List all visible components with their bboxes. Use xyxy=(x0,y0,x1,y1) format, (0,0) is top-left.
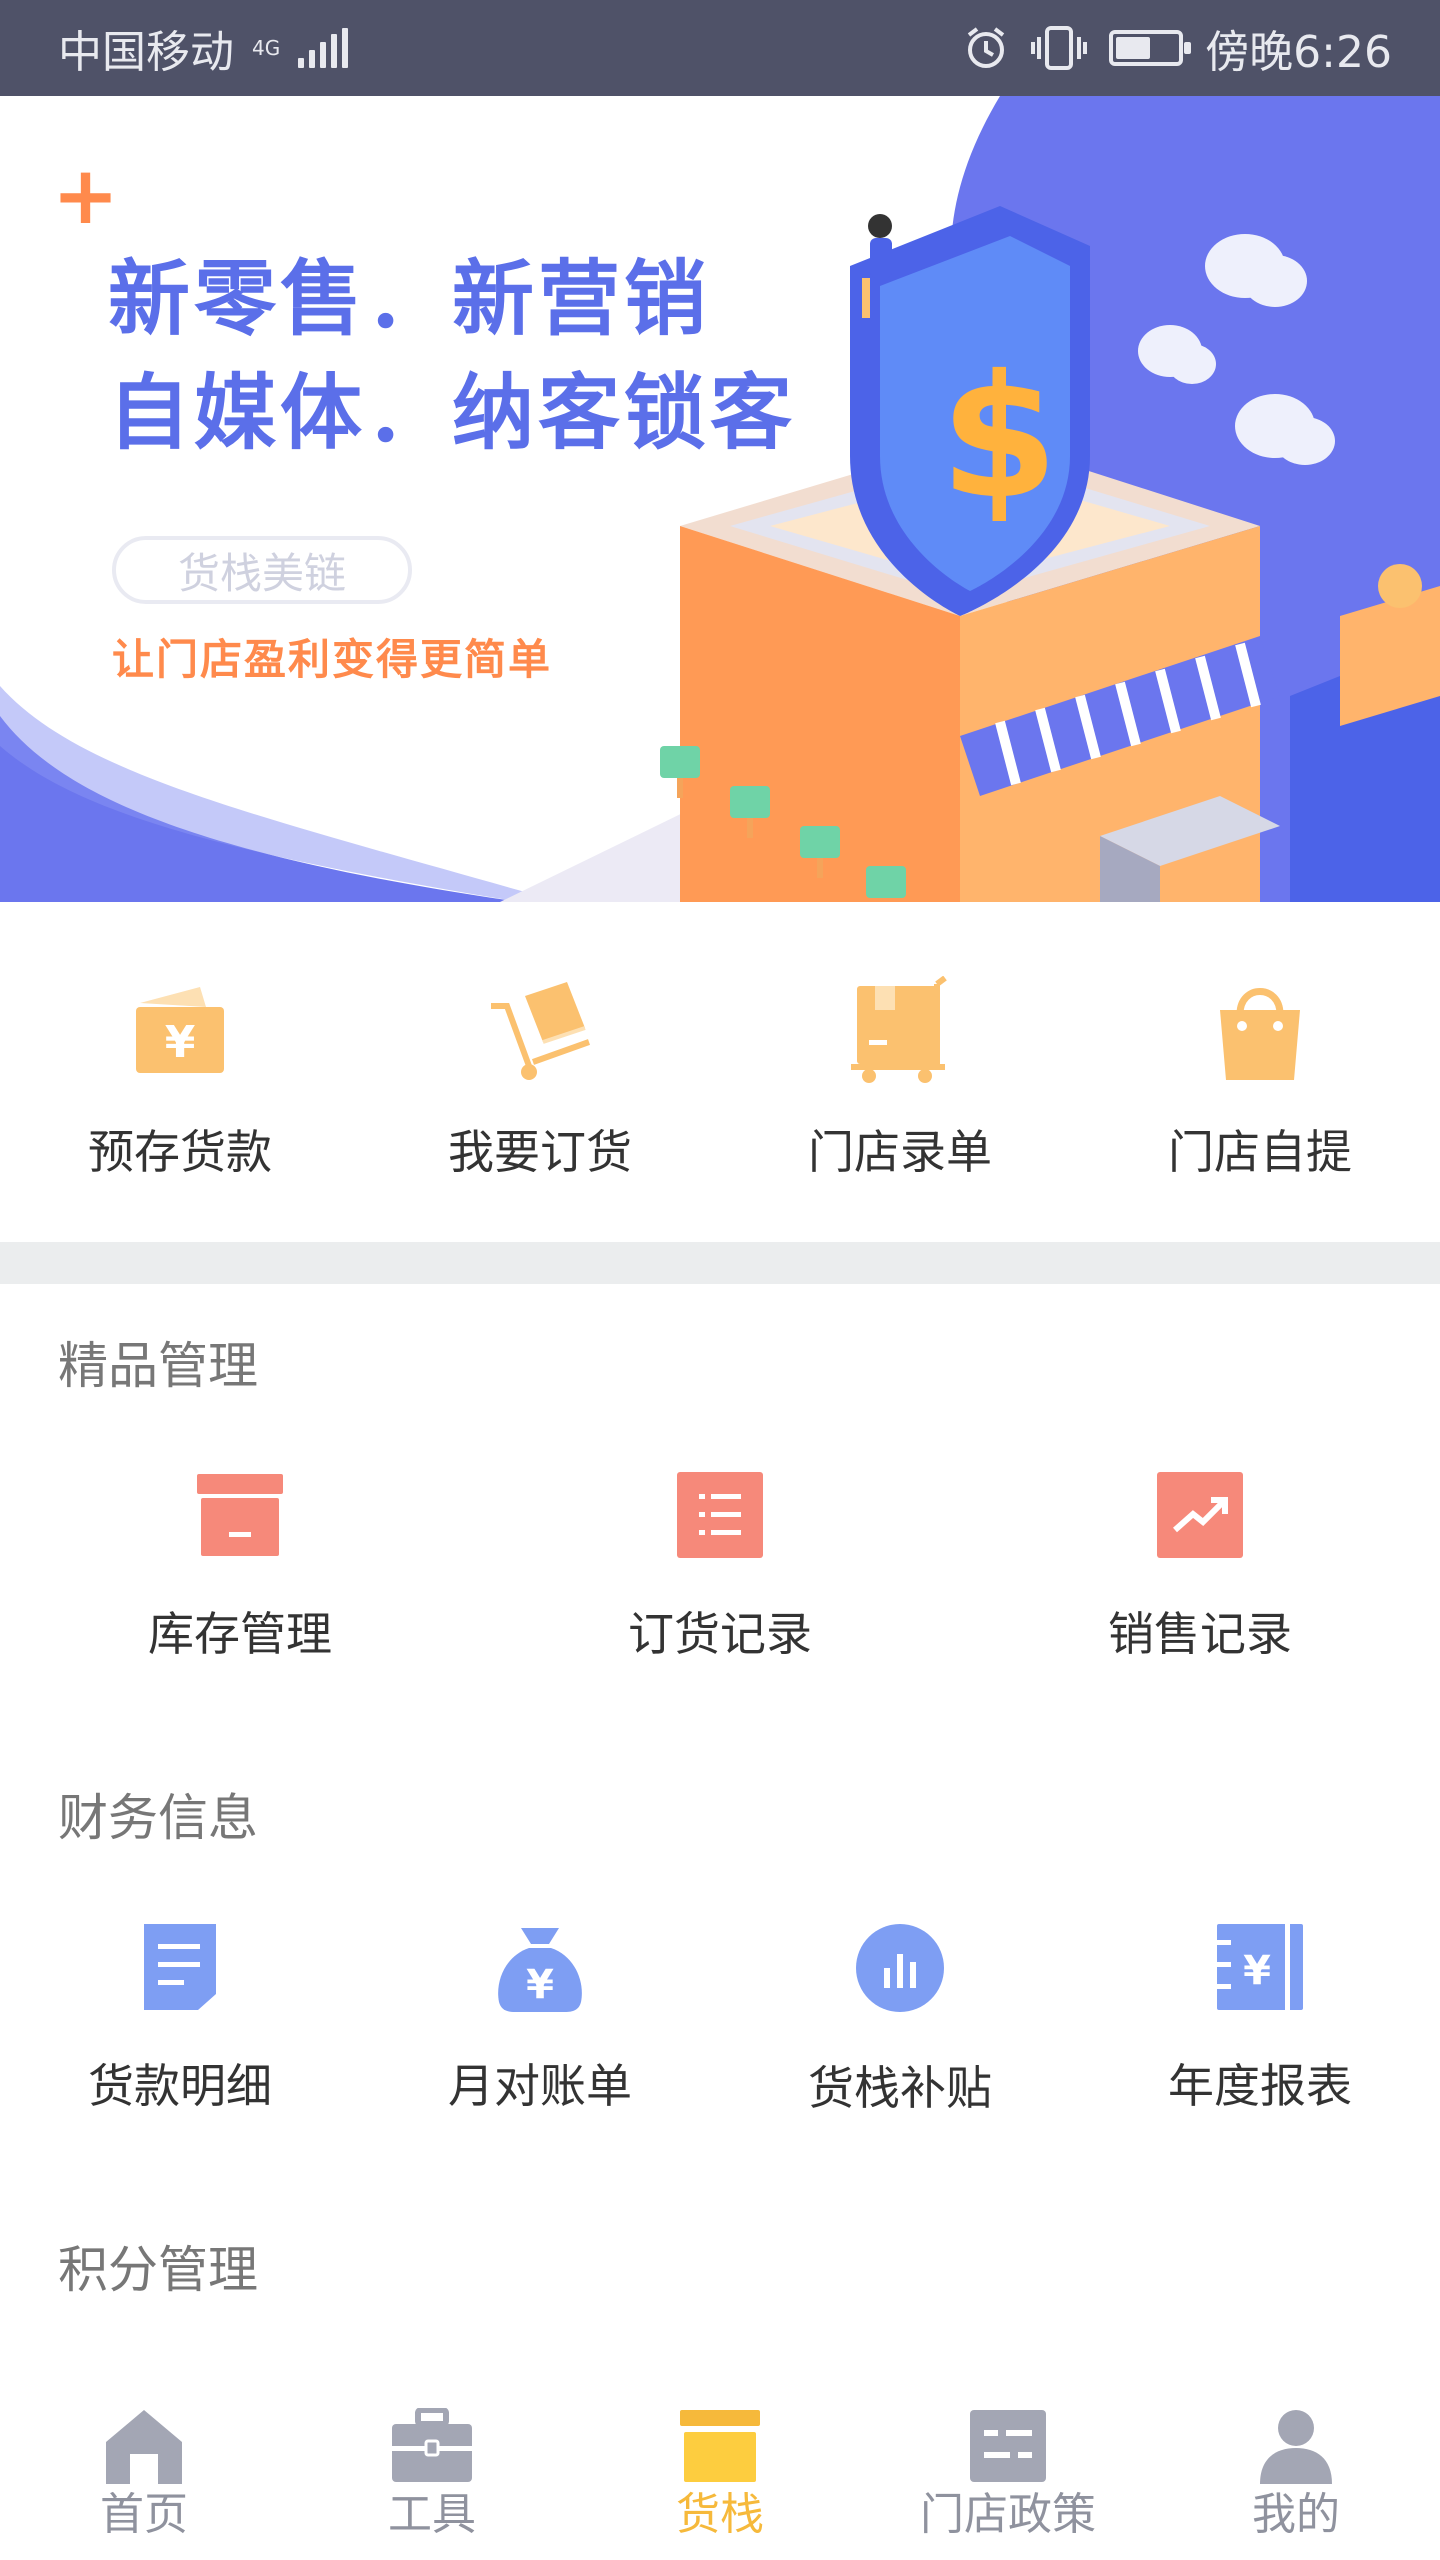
status-left: 中国移动 4G xyxy=(58,16,349,80)
svg-text:¥: ¥ xyxy=(165,1017,196,1068)
cart-box-icon xyxy=(485,976,595,1086)
quick-label: 预存货款 xyxy=(88,1125,272,1179)
promo-banner[interactable]: $ + 新零售．新营销 自媒体．纳客锁客 货栈美链 让门店盈利变得更简单 xyxy=(0,96,1440,902)
vibrate-icon xyxy=(1031,26,1088,70)
banner-headline-1: 新零售．新营销 xyxy=(108,252,711,347)
nav-item-home[interactable]: 首页 xyxy=(0,2388,288,2560)
boutique-item-sales-records[interactable]: 销售记录 xyxy=(960,1470,1440,1664)
banner-subtitle: 让门店盈利变得更简单 xyxy=(112,635,553,684)
nav-label: 货栈 xyxy=(676,2489,764,2540)
nav-item-tools[interactable]: 工具 xyxy=(288,2388,576,2560)
nav-item-store-policy[interactable]: 门店政策 xyxy=(864,2388,1152,2560)
quick-label: 门店自提 xyxy=(1168,1125,1352,1179)
list-icon xyxy=(677,1472,763,1558)
plus-decoration-icon: + xyxy=(52,149,120,242)
nav-item-me[interactable]: 我的 xyxy=(1152,2388,1440,2560)
finance-label: 货栈补贴 xyxy=(808,2061,992,2115)
nav-label: 门店政策 xyxy=(920,2489,1096,2540)
svg-text:¥: ¥ xyxy=(1243,1948,1271,1994)
toolbox-icon xyxy=(392,2408,472,2482)
finance-label: 货款明细 xyxy=(88,2059,272,2113)
section-divider xyxy=(0,1242,1440,1284)
home-icon xyxy=(106,2410,182,2484)
policy-icon xyxy=(970,2410,1046,2482)
finance-label: 月对账单 xyxy=(448,2059,632,2113)
boutique-label: 订货记录 xyxy=(628,1607,812,1661)
status-bar: 中国移动 4G 傍晚6:26 xyxy=(0,0,1440,96)
quick-item-self-pickup[interactable]: 门店自提 xyxy=(1080,902,1440,1242)
inventory-box-icon xyxy=(197,1474,283,1556)
finance-label: 年度报表 xyxy=(1168,2059,1352,2113)
warehouse-icon xyxy=(680,2410,760,2482)
finance-item-monthly-statement[interactable]: ¥ 月对账单 xyxy=(360,1922,720,2118)
svg-text:¥: ¥ xyxy=(526,1962,554,2008)
section-title-points: 积分管理 xyxy=(58,2241,258,2299)
quick-item-order[interactable]: 我要订货 xyxy=(360,902,720,1242)
quick-item-store-entry[interactable]: 门店录单 xyxy=(720,902,1080,1242)
finance-item-annual-report[interactable]: ¥ 年度报表 xyxy=(1080,1922,1440,2118)
bottom-nav: 首页 工具 货栈 门店政策 我的 xyxy=(0,2388,1440,2560)
quick-actions: ¥ 预存货款 我要订货 门店录单 门店自提 xyxy=(0,902,1440,1242)
money-bag-icon: ¥ xyxy=(498,1928,582,2012)
finance-item-subsidy[interactable]: 货栈补贴 xyxy=(720,1922,1080,2118)
clock: 傍晚6:26 xyxy=(1205,27,1392,78)
nav-label: 我的 xyxy=(1252,2489,1340,2540)
status-right: 傍晚6:26 xyxy=(963,16,1392,80)
boutique-label: 库存管理 xyxy=(148,1607,332,1661)
battery-icon xyxy=(1109,30,1192,66)
trend-chart-icon xyxy=(1157,1472,1243,1558)
shopping-bag-icon xyxy=(1205,976,1315,1086)
boutique-item-order-records[interactable]: 订货记录 xyxy=(480,1470,960,1664)
quick-label: 我要订货 xyxy=(448,1125,632,1179)
nav-label: 首页 xyxy=(100,2489,188,2540)
boutique-grid: 库存管理 订货记录 销售记录 xyxy=(0,1470,1440,1664)
yen-report-icon: ¥ xyxy=(1217,1924,1303,2010)
quick-item-prepay[interactable]: ¥ 预存货款 xyxy=(0,902,360,1242)
section-title-boutique: 精品管理 xyxy=(58,1337,258,1395)
network-type: 4G xyxy=(252,36,281,60)
document-icon xyxy=(144,1924,216,2010)
banner-tag: 货栈美链 xyxy=(112,536,412,604)
signal-icon xyxy=(298,28,349,68)
alarm-icon xyxy=(967,27,1005,68)
banner-headline-2: 自媒体．纳客锁客 xyxy=(108,366,797,461)
carrier-name: 中国移动 xyxy=(58,27,234,78)
banner-illustration: $ xyxy=(0,96,1440,902)
quick-label: 门店录单 xyxy=(808,1125,992,1179)
boutique-item-inventory[interactable]: 库存管理 xyxy=(0,1470,480,1664)
trolley-box-icon xyxy=(845,976,955,1086)
section-title-finance: 财务信息 xyxy=(58,1789,258,1847)
nav-item-warehouse[interactable]: 货栈 xyxy=(576,2388,864,2560)
finance-grid: 货款明细 ¥ 月对账单 货栈补贴 ¥ 年度报表 xyxy=(0,1922,1440,2118)
finance-item-payment-details[interactable]: 货款明细 xyxy=(0,1922,360,2118)
wallet-yen-icon: ¥ xyxy=(125,976,235,1086)
svg-text:$: $ xyxy=(940,339,1058,537)
boutique-label: 销售记录 xyxy=(1108,1607,1292,1661)
user-icon xyxy=(1260,2410,1332,2484)
nav-label: 工具 xyxy=(388,2489,476,2540)
bar-chart-icon xyxy=(856,1924,944,2012)
